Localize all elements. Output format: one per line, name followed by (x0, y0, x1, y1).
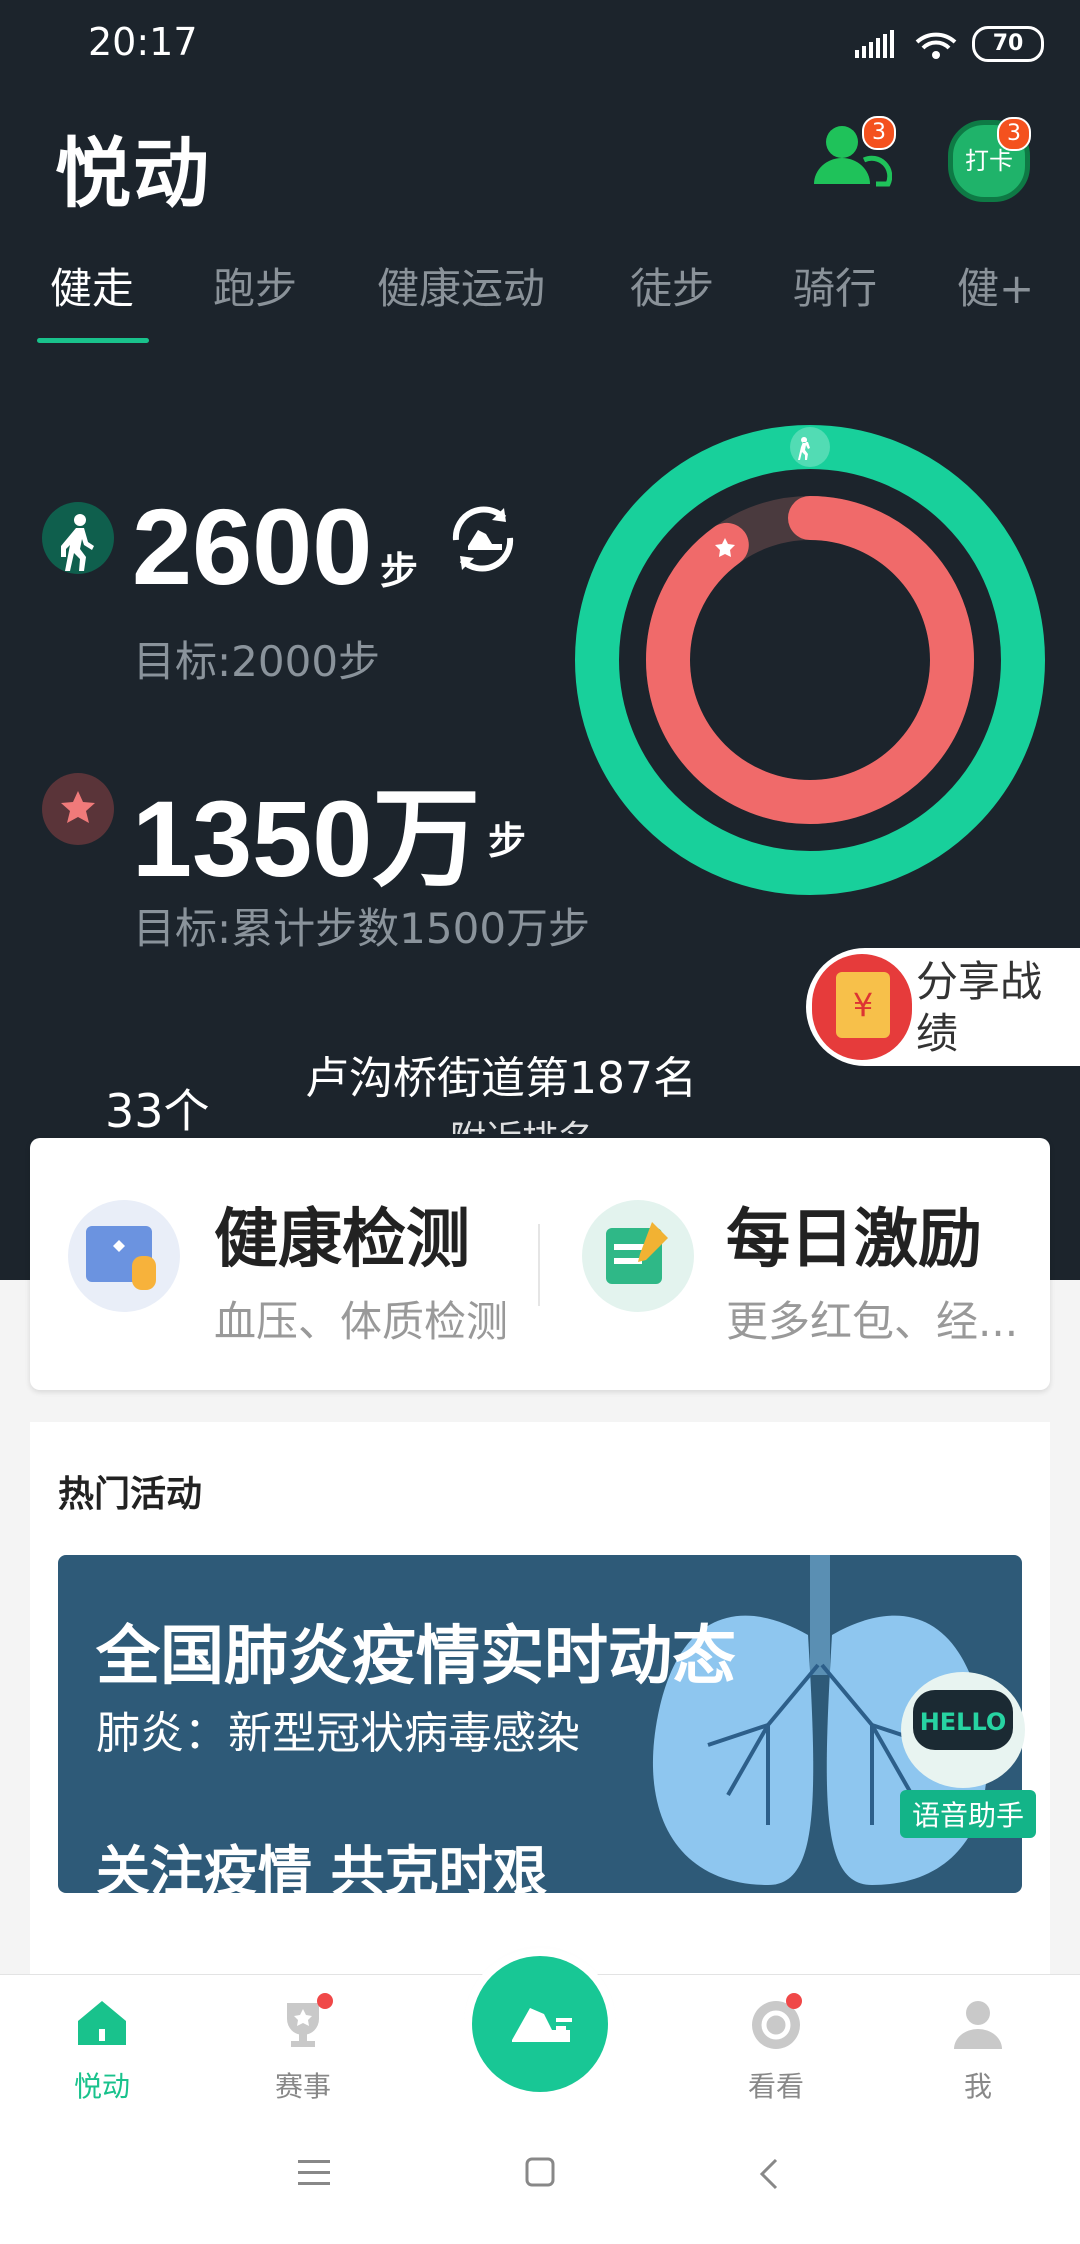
home-square-icon[interactable] (524, 2156, 558, 2190)
tab-health-exercise[interactable]: 健康运动 (377, 255, 545, 316)
app-title: 悦动 (55, 129, 211, 218)
steps-value: 2600 (132, 486, 373, 607)
profile-icon (954, 2001, 1002, 2049)
walker-icon (42, 502, 114, 574)
steps-goal: 目标:2000步 (133, 637, 381, 686)
progress-rings[interactable] (575, 425, 1045, 895)
nav-home[interactable]: 悦动 (32, 1975, 172, 2115)
checkin-label: 打卡 (965, 147, 1013, 175)
nav-profile[interactable]: 我 (908, 1975, 1048, 2115)
daily-reward-subtitle: 更多红包、经... (726, 1297, 1019, 1346)
daily-reward-icon (582, 1200, 694, 1312)
nav-events-label: 赛事 (274, 2070, 331, 2103)
share-results-label: 分享战绩 (916, 957, 1043, 1058)
feature-cards: 健康检测 血压、体质检测 每日激励 更多红包、经... (30, 1138, 1050, 1390)
signal-wifi-icon (855, 30, 957, 59)
red-envelope-icon: ¥ (812, 954, 912, 1060)
total-steps-unit: 步 (488, 819, 527, 863)
tab-more[interactable]: 健+ (957, 255, 1034, 316)
running-shoe-icon (512, 2008, 572, 2042)
count-text: 33个 (105, 1084, 210, 1138)
health-check-title: 健康检测 (214, 1203, 470, 1277)
checkin-button[interactable]: 打卡 3 (948, 117, 1031, 202)
home-icon (78, 2001, 126, 2045)
star-icon (42, 773, 114, 845)
hello-text: HELLO (920, 1708, 1007, 1736)
nav-discover-label: 看看 (747, 2070, 804, 2103)
hot-activities-title: 热门活动 (58, 1474, 203, 1515)
banner-title: 全国肺炎疫情实时动态 (96, 1620, 736, 1694)
menu-icon[interactable] (298, 2158, 334, 2188)
sync-shoe-icon[interactable] (444, 500, 522, 578)
discover-notification-dot (786, 1993, 802, 2009)
tab-cycling[interactable]: 骑行 (793, 255, 877, 316)
sport-tabs: 健走 跑步 健康运动 徒步 骑行 健+ (0, 255, 1080, 345)
system-navigation-bar (0, 2114, 1080, 2244)
banner-subtitle: 肺炎：新型冠状病毒感染 (96, 1708, 580, 1759)
tab-run[interactable]: 跑步 (213, 255, 297, 316)
friends-badge: 3 (862, 116, 896, 150)
card-divider (538, 1224, 540, 1306)
steps-unit: 步 (380, 549, 419, 593)
status-bar: 20:17 70 (0, 0, 1080, 90)
nav-events[interactable]: 赛事 (233, 1975, 373, 2115)
start-workout-button[interactable] (472, 1956, 608, 2092)
battery-indicator: 70 (972, 26, 1044, 62)
active-tab-indicator (37, 338, 149, 343)
back-icon[interactable] (754, 2156, 784, 2192)
health-check-subtitle: 血压、体质检测 (214, 1297, 509, 1346)
banner-footer: 关注疫情 共克时艰 (96, 1840, 547, 1893)
nav-profile-label: 我 (963, 2070, 992, 2103)
tab-walk[interactable]: 健走 (50, 255, 134, 316)
checkin-badge: 3 (997, 117, 1031, 151)
epidemic-banner[interactable]: 全国肺炎疫情实时动态 肺炎：新型冠状病毒感染 关注疫情 共克时艰 (58, 1555, 1022, 1893)
svg-text:¥: ¥ (853, 986, 873, 1024)
voice-assistant-label[interactable]: 语音助手 (900, 1790, 1037, 1838)
status-time: 20:17 (88, 20, 198, 64)
nav-discover[interactable]: 看看 (706, 1975, 846, 2115)
voice-assistant-robot-icon[interactable]: HELLO (895, 1660, 1030, 1795)
tab-hiking[interactable]: 徒步 (630, 255, 714, 316)
health-check-icon (68, 1200, 180, 1312)
daily-reward-title: 每日激励 (726, 1203, 982, 1277)
friends-button[interactable]: 3 (812, 116, 896, 190)
nav-home-label: 悦动 (73, 2070, 130, 2103)
total-steps-goal: 目标:累计步数1500万步 (133, 904, 591, 953)
events-notification-dot (317, 1993, 333, 2009)
cumulative-steps-ring (646, 496, 974, 824)
total-steps-value: 1350万 (132, 778, 481, 899)
